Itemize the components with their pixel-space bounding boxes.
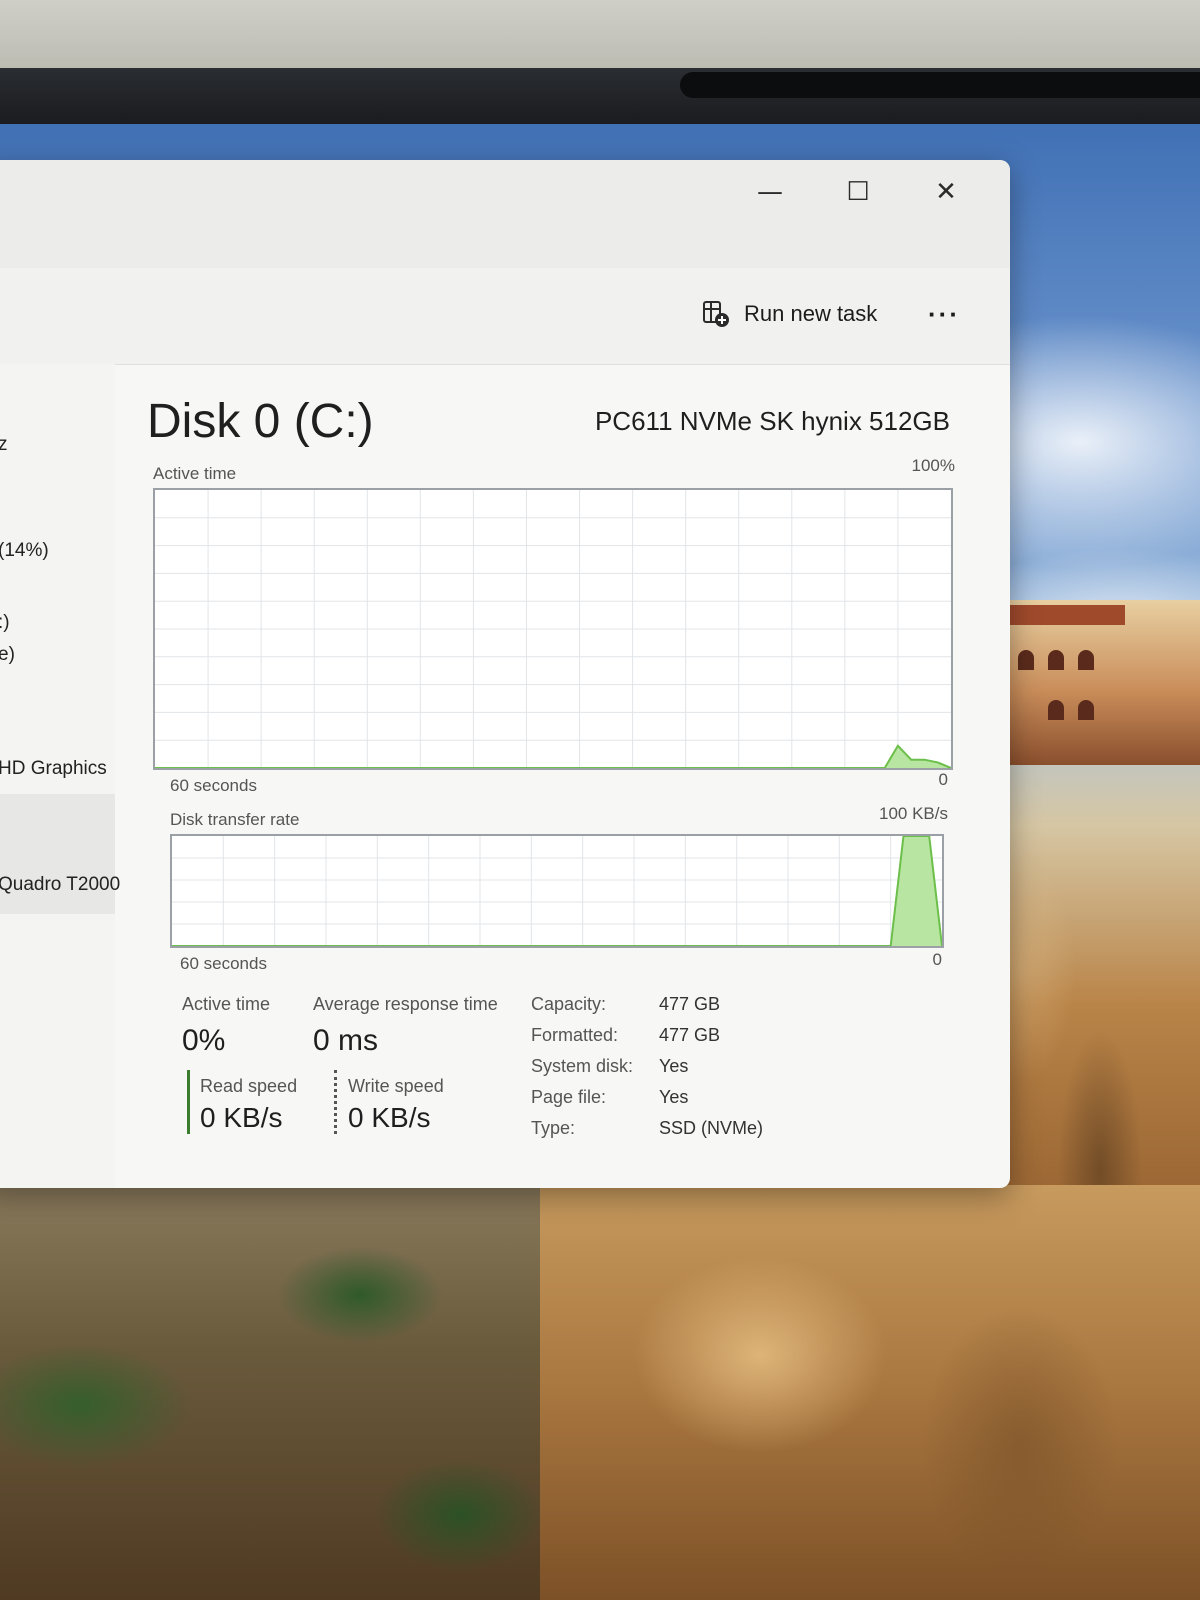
active-time-graph-label: Active time — [153, 464, 237, 483]
active-time-graph — [153, 488, 953, 770]
system-disk-value: Yes — [659, 1056, 689, 1076]
type-key: Type: — [531, 1118, 576, 1138]
performance-sidebar: z (14%) :) e) HD Graphics Quadro T2000 — [0, 364, 120, 1188]
read-speed-marker — [187, 1070, 190, 1134]
active-time-area — [155, 745, 951, 768]
toolbar: Run new task ··· — [0, 268, 1010, 365]
active-time-stat-value: 0% — [182, 1024, 226, 1057]
transfer-graph-duration: 60 seconds — [180, 954, 267, 973]
sidebar-item-disk-fragment[interactable]: :) — [0, 612, 10, 634]
wallpaper-rock-face — [540, 1185, 1200, 1600]
active-time-chart — [155, 490, 952, 769]
write-speed-value: 0 KB/s — [348, 1102, 431, 1133]
formatted-value: 477 GB — [659, 1025, 721, 1045]
maximize-icon: ☐ — [846, 177, 870, 207]
active-time-graph-max: 100% — [911, 456, 955, 475]
disk-details-panel: Disk 0 (C:) PC611 NVMe SK hynix 512GB Ac… — [115, 364, 1010, 1188]
sidebar-item-cpu-fragment[interactable]: z — [0, 434, 8, 456]
avg-response-value: 0 ms — [313, 1024, 379, 1057]
transfer-graph-min: 0 — [932, 950, 942, 969]
active-time-line — [155, 744, 952, 769]
active-time-graph-duration: 60 seconds — [170, 776, 257, 795]
transfer-graph-label: Disk transfer rate — [170, 810, 300, 829]
transfer-rate-graph — [170, 834, 944, 948]
transfer-rate-area — [172, 836, 942, 946]
read-speed-value: 0 KB/s — [200, 1102, 283, 1133]
capacity-value: 477 GB — [659, 994, 721, 1014]
transfer-rate-chart — [172, 835, 943, 947]
maximize-button[interactable]: ☐ — [836, 172, 880, 212]
sidebar-item-memory-fragment[interactable]: (14%) — [0, 540, 49, 562]
disk-model: PC611 NVMe SK hynix 512GB — [594, 406, 950, 436]
transfer-rate-line — [172, 835, 943, 947]
write-speed-label: Write speed — [348, 1076, 444, 1096]
page-file-value: Yes — [659, 1087, 689, 1107]
system-disk-key: System disk: — [531, 1056, 634, 1076]
minimize-button[interactable]: — — [748, 172, 792, 212]
disk-title: Disk 0 (C:) — [147, 395, 374, 448]
wallpaper-window — [1018, 650, 1034, 670]
wallpaper-window — [1048, 650, 1064, 670]
run-new-task-button[interactable]: Run new task — [702, 292, 877, 336]
run-new-task-label: Run new task — [744, 301, 878, 326]
more-options-button[interactable]: ··· — [924, 292, 964, 336]
wallpaper-building-roof — [1000, 605, 1125, 625]
transfer-graph-max: 100 KB/s — [879, 804, 948, 823]
close-button[interactable]: ✕ — [924, 172, 968, 212]
close-icon: ✕ — [935, 177, 957, 207]
write-speed-marker — [334, 1070, 337, 1134]
wallpaper-window — [1048, 700, 1064, 720]
active-time-graph-min: 0 — [938, 770, 948, 789]
sidebar-item-gpu1[interactable]: Quadro T2000 — [0, 874, 120, 896]
sidebar-item-gpu0[interactable]: HD Graphics — [0, 758, 107, 780]
sidebar-selected-item[interactable] — [0, 794, 115, 914]
monitor-bezel-strip — [680, 72, 1200, 98]
task-manager-window: — ☐ ✕ Run new task ··· z (14%)) e) HD G… — [0, 160, 1010, 1188]
read-speed-label: Read speed — [200, 1076, 298, 1096]
run-task-icon — [702, 300, 730, 328]
formatted-key: Formatted: — [531, 1025, 619, 1045]
avg-response-label: Average response time — [313, 994, 498, 1014]
wallpaper-window — [1078, 700, 1094, 720]
wallpaper-window — [1078, 650, 1094, 670]
more-icon: ··· — [928, 298, 960, 329]
minimize-icon: — — [757, 177, 783, 207]
page-file-key: Page file: — [531, 1087, 607, 1107]
active-time-stat-label: Active time — [182, 994, 271, 1014]
capacity-key: Capacity: — [531, 994, 607, 1014]
wallpaper-valley — [0, 1185, 560, 1600]
type-value: SSD (NVMe) — [659, 1118, 764, 1138]
title-bar: — ☐ ✕ — [0, 160, 1010, 268]
sidebar-item-disk-type-fragment[interactable]: e) — [0, 644, 15, 666]
